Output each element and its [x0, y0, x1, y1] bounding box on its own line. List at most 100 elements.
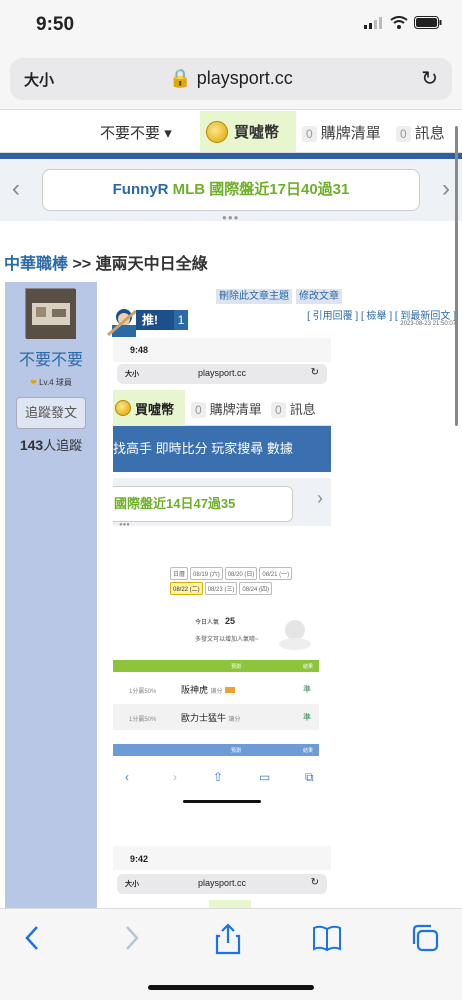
- follower-number: 143: [19, 437, 44, 453]
- date-chip: 08/23 (三): [204, 582, 238, 595]
- embedded-cart-label: 購牌清單: [209, 402, 262, 417]
- embedded-url: playsport.cc: [197, 878, 247, 888]
- url-display[interactable]: 🔒 playsport.cc: [10, 68, 452, 89]
- user-dropdown-label: 不要不要: [100, 125, 161, 142]
- table-row: 1分贏50% 歐力士猛牛 讓分 準: [113, 704, 319, 730]
- result-column-header: 結果: [303, 748, 314, 754]
- delete-topic-button[interactable]: 刪除此文章主題: [216, 289, 292, 304]
- marquee-next-button[interactable]: ›: [442, 175, 450, 203]
- push-count: 1: [174, 310, 188, 330]
- embedded-clock: 9:48: [130, 345, 149, 355]
- signal-icon: [364, 16, 382, 29]
- post-links[interactable]: [ 引用回覆 ] [ 檢舉 ] [ 到最新回文 ]: [307, 307, 456, 322]
- coin-icon: [206, 120, 228, 143]
- message-count: 0: [396, 126, 411, 142]
- marquee-prefix: FunnyR: [112, 181, 173, 198]
- author-name[interactable]: 不要不要: [5, 346, 97, 370]
- cart-label: 購牌清單: [320, 125, 381, 142]
- result-column-header: 結果: [303, 664, 314, 670]
- prediction-column-header: 預測: [231, 664, 242, 670]
- hot-badge-icon: [225, 687, 236, 693]
- browser-address-area: 大小 🔒 playsport.cc ↻: [0, 50, 462, 110]
- share-icon[interactable]: [214, 923, 242, 955]
- embedded-screenshot[interactable]: 9:48 大小 playsport.cc ↻ 買噓幣 0 購牌清單 0 訊息 找高手…: [113, 338, 331, 808]
- status-icons: [364, 16, 442, 29]
- site-top-nav: 不要不要 ▾ 買噓幣 0 購牌清單 0 訊息: [0, 111, 462, 153]
- row-pct: 1分贏50%: [129, 717, 157, 723]
- follower-suffix: 人追蹤: [43, 438, 83, 453]
- avatar-image: [26, 289, 76, 339]
- author-level-text: Lv.4 球員: [39, 378, 72, 387]
- mascot-icon: [279, 620, 311, 650]
- cart-link[interactable]: 0 購牌清單: [302, 122, 381, 143]
- coin-button[interactable]: 買噓幣: [200, 111, 296, 152]
- marquee-banner: ‹ FunnyR MLB 國際盤近17日40過31 › ●●●: [0, 159, 462, 222]
- table-row: 1分贏50% 阪神虎 讓分 準: [113, 676, 319, 702]
- row-result: 準: [303, 713, 311, 722]
- bookmarks-icon[interactable]: [312, 923, 342, 953]
- forward-icon[interactable]: [122, 923, 142, 953]
- embedded-forward-icon: ›: [173, 770, 177, 784]
- coin-label: 買噓幣: [234, 124, 280, 141]
- back-icon[interactable]: [22, 923, 42, 953]
- user-dropdown[interactable]: 不要不要 ▾: [100, 122, 172, 143]
- embedded-address-bar: 大小 playsport.cc ↻: [117, 364, 327, 384]
- embedded-status-bar: 9:42: [113, 846, 331, 870]
- avatar[interactable]: [25, 288, 76, 339]
- battery-icon: [414, 16, 442, 29]
- embedded-popularity: 今日人氣 25: [195, 616, 235, 626]
- prediction-header: 預測 結果: [113, 660, 319, 672]
- embedded-msg-label: 訊息: [289, 402, 316, 417]
- embedded-screenshot-2[interactable]: 9:42 大小 playsport.cc ↻: [113, 846, 331, 908]
- embedded-site-nav: [113, 900, 331, 908]
- embedded-address-bar: 大小 playsport.cc ↻: [117, 874, 327, 894]
- reload-icon[interactable]: ↻: [421, 66, 438, 91]
- date-chip: 08/20 (日): [224, 567, 258, 580]
- row-team: 阪神虎 讓分: [181, 683, 236, 696]
- page-title: 連兩天中日全綠: [95, 256, 208, 273]
- embedded-reload-icon: ↻: [310, 877, 319, 888]
- embedded-reload-icon: ↻: [310, 367, 319, 378]
- popularity-label: 今日人氣: [195, 620, 220, 626]
- embedded-back-icon: ‹: [125, 770, 129, 784]
- embedded-coin: 買噓幣: [113, 390, 185, 426]
- embedded-url: playsport.cc: [197, 368, 247, 378]
- edit-post-button[interactable]: 修改文章: [296, 289, 342, 304]
- row-type: 讓分: [228, 717, 241, 723]
- embedded-coin-icon: [115, 400, 131, 416]
- marquee-prev-button[interactable]: ‹: [12, 175, 20, 203]
- row-team-name: 歐力士猛牛: [181, 713, 227, 723]
- date-chip: 08/24 (四): [239, 582, 273, 595]
- follower-count: 143人追蹤: [5, 435, 97, 454]
- embedded-next-icon: ›: [317, 488, 323, 508]
- author-panel: 不要不要 ❤ Lv.4 球員 追蹤發文 143人追蹤: [5, 282, 97, 912]
- cart-count: 0: [302, 126, 317, 142]
- row-type: 讓分: [210, 689, 223, 695]
- embedded-coin-label: 買噓幣: [135, 401, 175, 417]
- clock: 9:50: [36, 14, 75, 35]
- date-chip: 08/19 (六): [190, 567, 223, 580]
- embedded-cart: 0 購牌清單: [191, 399, 262, 418]
- address-bar[interactable]: 大小 🔒 playsport.cc ↻: [10, 58, 452, 100]
- lock-icon: 🔒: [169, 68, 192, 88]
- marquee-item[interactable]: FunnyR MLB 國際盤近17日40過31: [42, 169, 420, 211]
- embedded-msg: 0 訊息: [271, 399, 316, 418]
- breadcrumb: 中華職棒 >> 連兩天中日全綠: [4, 250, 208, 274]
- embedded-tabs-icon: ⧉: [305, 770, 314, 784]
- prediction-header-2: 預測 結果: [113, 744, 319, 756]
- marquee-title: MLB 國際盤近17日40過31: [172, 181, 350, 198]
- post-timestamp: 2023-08-23 21:50:07: [400, 321, 456, 327]
- messages-label: 訊息: [414, 125, 445, 142]
- embedded-toolbar: ‹ › ⇧ ▭ ⧉: [113, 766, 331, 796]
- breadcrumb-category[interactable]: 中華職棒: [4, 256, 68, 273]
- scrollbar[interactable]: [455, 126, 458, 426]
- follow-button[interactable]: 追蹤發文: [16, 397, 86, 429]
- breadcrumb-separator: >>: [68, 256, 96, 273]
- embedded-clock: 9:42: [130, 854, 149, 864]
- wifi-icon: [390, 16, 408, 29]
- messages-link[interactable]: 0 訊息: [396, 122, 445, 143]
- author-level: ❤ Lv.4 球員: [5, 377, 97, 388]
- row-team-name: 阪神虎: [181, 685, 209, 695]
- caret-down-icon: ▾: [164, 125, 172, 142]
- tabs-icon[interactable]: [410, 923, 440, 953]
